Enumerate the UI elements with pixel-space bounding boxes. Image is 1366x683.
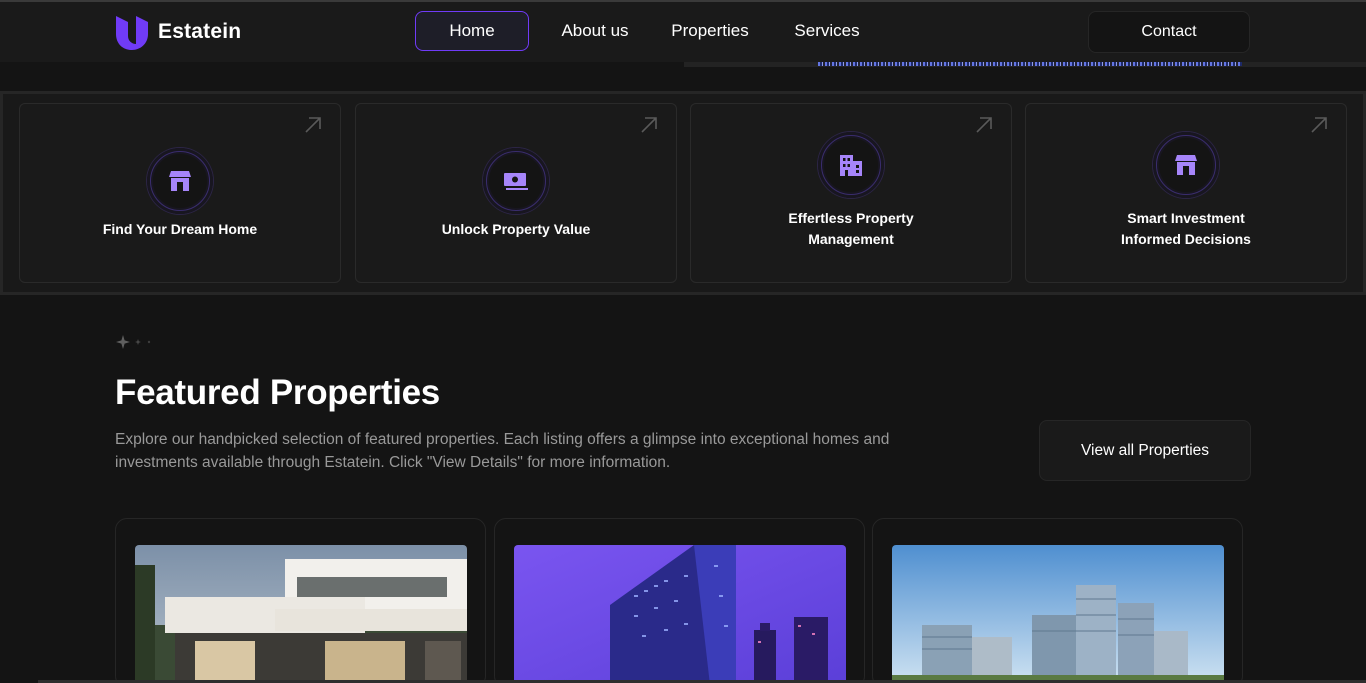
- cash-icon: [483, 148, 549, 214]
- property-card[interactable]: [872, 518, 1243, 683]
- nav-home[interactable]: Home: [415, 11, 529, 51]
- home-icon: [147, 148, 213, 214]
- arrow-up-right-icon: [976, 117, 992, 133]
- section-title: Featured Properties: [115, 373, 440, 412]
- arrow-up-right-icon: [305, 117, 321, 133]
- building-icon: [818, 132, 884, 198]
- arrow-up-right-icon: [641, 117, 657, 133]
- brand-name: Estatein: [158, 20, 242, 43]
- feature-card-smart-investment[interactable]: Smart Investment Informed Decisions: [1025, 103, 1347, 283]
- hero-image-lights: [818, 62, 1242, 66]
- main-nav: Home About us Properties Services: [415, 11, 875, 51]
- contact-button[interactable]: Contact: [1088, 11, 1250, 53]
- page: Estatein Home About us Properties Servic…: [0, 0, 1366, 683]
- view-all-properties-button[interactable]: View all Properties: [1039, 420, 1251, 481]
- property-card[interactable]: [494, 518, 865, 683]
- feature-label: Unlock Property Value: [441, 221, 591, 237]
- logo-icon: [116, 16, 148, 50]
- property-card[interactable]: [115, 518, 486, 683]
- city-skyline-photo: [892, 545, 1224, 683]
- nav-about-us[interactable]: About us: [547, 11, 643, 51]
- home-icon: [1153, 132, 1219, 198]
- purple-office-tower-photo: [514, 545, 846, 683]
- feature-card-property-management[interactable]: Effertless Property Management: [690, 103, 1012, 283]
- section-description: Explore our handpicked selection of feat…: [115, 431, 890, 471]
- feature-card-dream-home[interactable]: Find Your Dream Home: [19, 103, 341, 283]
- feature-label: Find Your Dream Home: [102, 221, 258, 237]
- feature-card-property-value[interactable]: Unlock Property Value: [355, 103, 677, 283]
- brand-logo[interactable]: Estatein: [114, 14, 241, 50]
- feature-label: Smart Investment Informed Decisions: [1121, 210, 1251, 247]
- arrow-up-right-icon: [1311, 117, 1327, 133]
- modern-villa-photo: [135, 545, 467, 683]
- feature-label: Effertless Property Management: [788, 210, 914, 247]
- nav-services[interactable]: Services: [779, 11, 875, 51]
- site-header: Estatein Home About us Properties Servic…: [0, 2, 1366, 62]
- nav-properties[interactable]: Properties: [657, 11, 763, 51]
- sparkle-icon: [116, 335, 151, 349]
